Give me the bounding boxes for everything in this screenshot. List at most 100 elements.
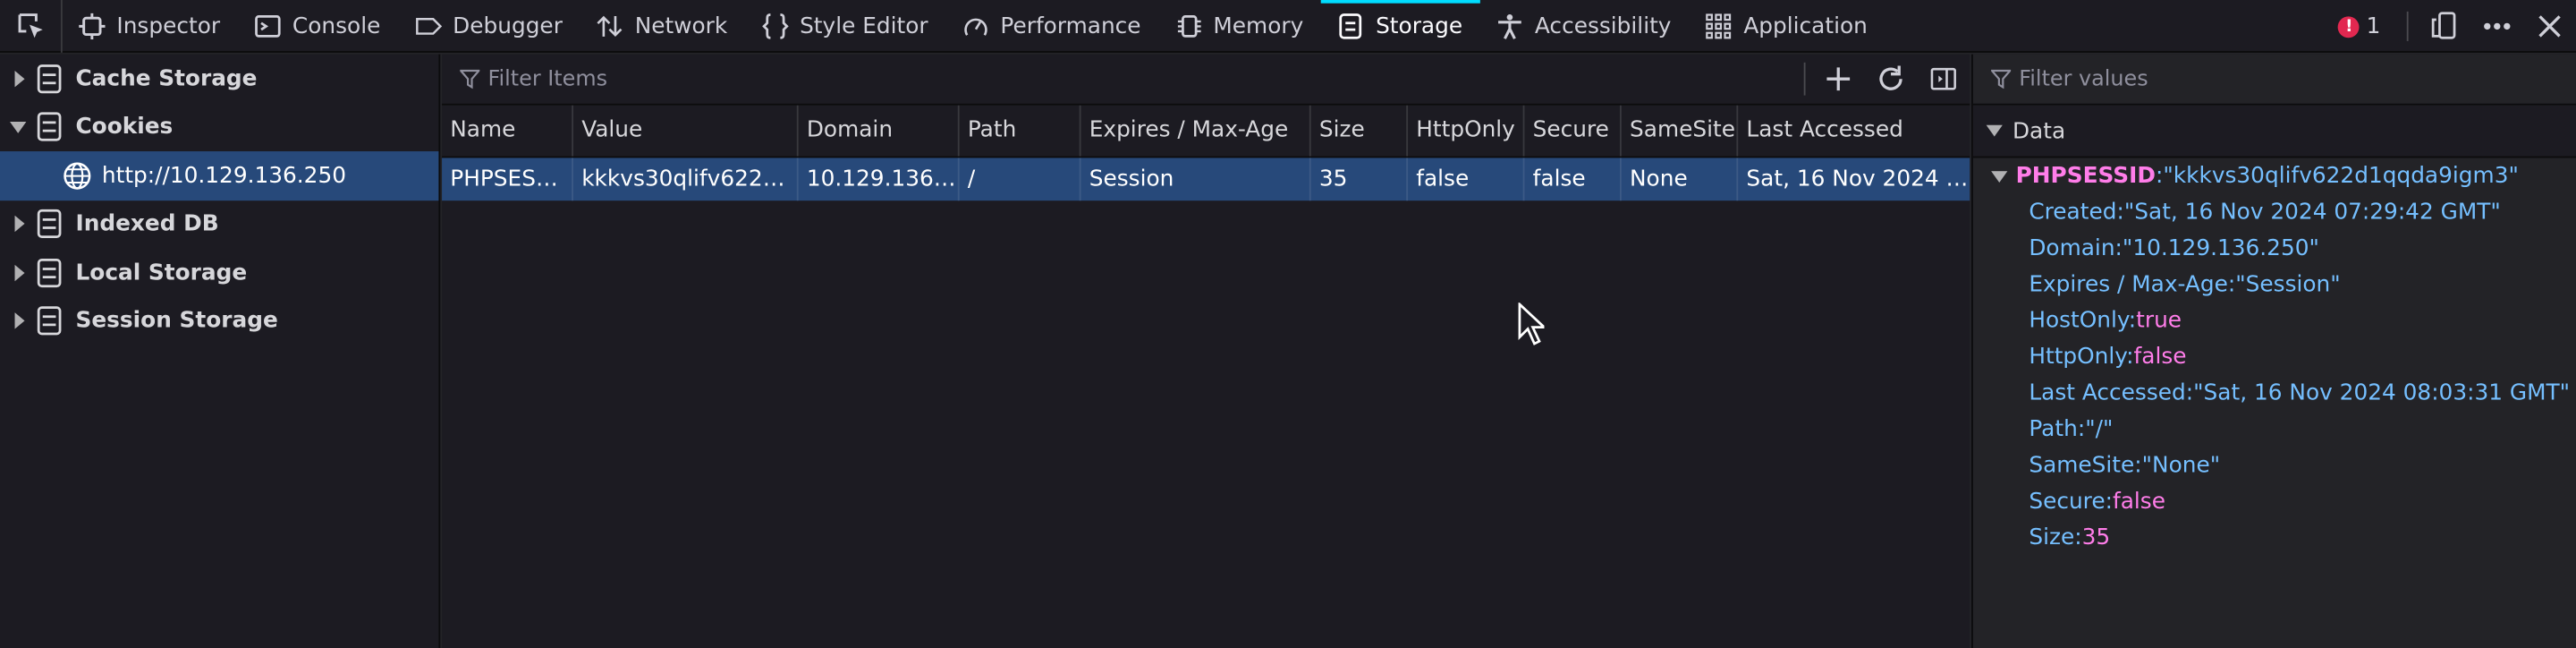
property-key: Created xyxy=(2029,199,2117,226)
close-devtools-button[interactable] xyxy=(2523,0,2576,53)
tab-console[interactable]: Console xyxy=(238,0,398,52)
more-options-icon xyxy=(2482,21,2512,31)
refresh-button[interactable] xyxy=(1865,55,1918,104)
property-value: false xyxy=(2133,344,2187,371)
chevron-down-icon[interactable] xyxy=(0,121,36,133)
cell-value: kkkvs30qlifv622d1qqda9igm3 xyxy=(573,158,799,201)
property-value: true xyxy=(2136,307,2182,335)
sidebar-item-session-storage[interactable]: Session Storage xyxy=(0,297,438,345)
property-row[interactable]: Secure:false xyxy=(2029,483,2576,519)
devtools-toolbar: Inspector Console Debugger Network Style… xyxy=(0,0,2576,53)
property-row[interactable]: Size:35 xyxy=(2029,520,2576,556)
error-count-button[interactable]: ! 1 xyxy=(2322,13,2397,39)
tab-label: Accessibility xyxy=(1534,12,1672,39)
property-row[interactable]: HostOnly:true xyxy=(2029,303,2576,338)
tab-application[interactable]: Application xyxy=(1690,0,1885,52)
cookie-properties-list: Created:"Sat, 16 Nov 2024 07:29:42 GMT" D… xyxy=(1973,194,2576,556)
column-header-httponly[interactable]: HttpOnly xyxy=(1408,105,1525,157)
column-header-last-accessed[interactable]: Last Accessed xyxy=(1738,106,1970,157)
property-key: Secure xyxy=(2029,488,2106,516)
tab-debugger[interactable]: Debugger xyxy=(399,0,581,52)
sidebar-item-indexed-db[interactable]: Indexed DB xyxy=(0,200,438,248)
tab-performance[interactable]: Performance xyxy=(946,0,1159,52)
toolbar-divider xyxy=(1803,62,1806,96)
chevron-down-icon xyxy=(1986,124,2003,137)
filter-values-input[interactable]: Filter values xyxy=(2019,66,2576,91)
storage-icon xyxy=(36,112,65,142)
sidebar-item-cookies[interactable]: Cookies xyxy=(0,103,438,151)
property-key: Path xyxy=(2029,415,2078,443)
sidebar-item-cache-storage[interactable]: Cache Storage xyxy=(0,55,438,103)
storage-icon xyxy=(36,258,65,287)
sidebar-item-local-storage[interactable]: Local Storage xyxy=(0,248,438,296)
property-row[interactable]: Created:"Sat, 16 Nov 2024 07:29:42 GMT" xyxy=(2029,194,2576,230)
property-colon: : xyxy=(2105,488,2113,516)
cookie-object-root[interactable]: PHPSESSID: "kkkvs30qlifv622d1qqda9igm3" xyxy=(1973,158,2576,193)
property-row[interactable]: HttpOnly:false xyxy=(2029,339,2576,375)
accessibility-icon xyxy=(1497,13,1523,38)
sidebar-item-cookie-host[interactable]: http://10.129.136.250 xyxy=(0,151,439,200)
cookie-name: PHPSESSID xyxy=(2015,162,2156,190)
column-header-samesite[interactable]: SameSite xyxy=(1622,105,1739,157)
tab-inspector[interactable]: Inspector xyxy=(63,0,238,52)
property-key: Size xyxy=(2029,524,2075,551)
property-row[interactable]: Last Accessed:"Sat, 16 Nov 2024 08:03:31… xyxy=(2029,375,2576,411)
close-icon xyxy=(2538,15,2562,38)
property-value: "10.129.136.250" xyxy=(2122,234,2319,262)
plus-icon xyxy=(1826,66,1852,92)
toolbar-divider xyxy=(2406,11,2409,41)
column-header-expires[interactable]: Expires / Max-Age xyxy=(1081,105,1311,157)
column-header-name[interactable]: Name xyxy=(442,105,574,157)
filter-items-input[interactable]: Filter Items xyxy=(487,66,1803,91)
property-value: "Sat, 16 Nov 2024 08:03:31 GMT" xyxy=(2193,379,2571,406)
inspector-icon xyxy=(79,12,106,39)
column-header-secure[interactable]: Secure xyxy=(1524,105,1622,157)
error-count: 1 xyxy=(2366,13,2381,40)
sidebar-item-label: Indexed DB xyxy=(75,210,219,238)
element-picker-button[interactable] xyxy=(0,0,63,52)
property-row[interactable]: Path:"/" xyxy=(2029,411,2576,447)
tab-storage[interactable]: Storage xyxy=(1321,0,1480,52)
error-icon: ! xyxy=(2338,15,2360,38)
tab-network[interactable]: Network xyxy=(580,0,745,52)
cell-last-accessed: Sat, 16 Nov 2024 08:03:31 GMT xyxy=(1746,166,1970,192)
add-item-button[interactable] xyxy=(1812,55,1865,104)
property-row[interactable]: Expires / Max-Age:"Session" xyxy=(2029,267,2576,303)
cell-httponly: false xyxy=(1408,158,1525,201)
values-filter-bar: Filter values xyxy=(1972,55,2576,106)
chevron-right-icon[interactable] xyxy=(0,264,36,281)
property-key: HostOnly xyxy=(2029,307,2129,335)
storage-sidebar: Cache Storage Cookies http://10.129.136.… xyxy=(0,54,441,648)
chevron-right-icon[interactable] xyxy=(0,312,36,329)
tab-accessibility[interactable]: Accessibility xyxy=(1480,0,1689,52)
filter-bar: Filter Items xyxy=(442,55,1970,106)
data-section-header[interactable]: Data xyxy=(1972,105,2576,158)
toggle-sidebar-button[interactable] xyxy=(1917,55,1970,104)
tab-memory[interactable]: Memory xyxy=(1159,0,1322,52)
table-row[interactable]: PHPSESSID kkkvs30qlifv622d1qqda9igm3 10.… xyxy=(442,158,1970,201)
tab-label: Storage xyxy=(1376,12,1463,39)
chevron-right-icon[interactable] xyxy=(0,216,36,233)
property-row[interactable]: Domain:"10.129.136.250" xyxy=(2029,230,2576,266)
property-key: Expires / Max-Age xyxy=(2029,271,2228,298)
console-icon xyxy=(255,13,281,38)
sidebar-toggle-icon xyxy=(1930,66,1956,92)
chevron-down-icon xyxy=(1991,170,2008,183)
storage-icon xyxy=(36,209,65,239)
column-header-domain[interactable]: Domain xyxy=(799,105,960,157)
refresh-icon xyxy=(1877,64,1906,94)
column-header-size[interactable]: Size xyxy=(1311,105,1409,157)
tab-label: Network xyxy=(634,12,728,39)
network-icon xyxy=(597,13,623,38)
property-row[interactable]: SameSite:"None" xyxy=(2029,448,2576,483)
mouse-cursor-icon xyxy=(1518,303,1545,345)
performance-icon xyxy=(962,13,988,38)
column-header-path[interactable]: Path xyxy=(960,105,1081,157)
property-key: HttpOnly xyxy=(2029,344,2127,371)
chevron-right-icon[interactable] xyxy=(0,70,36,87)
sidebar-item-label: Local Storage xyxy=(75,259,248,286)
responsive-design-button[interactable] xyxy=(2419,0,2471,53)
column-header-value[interactable]: Value xyxy=(573,105,799,157)
more-options-button[interactable] xyxy=(2470,0,2523,53)
tab-style-editor[interactable]: Style Editor xyxy=(745,0,945,52)
